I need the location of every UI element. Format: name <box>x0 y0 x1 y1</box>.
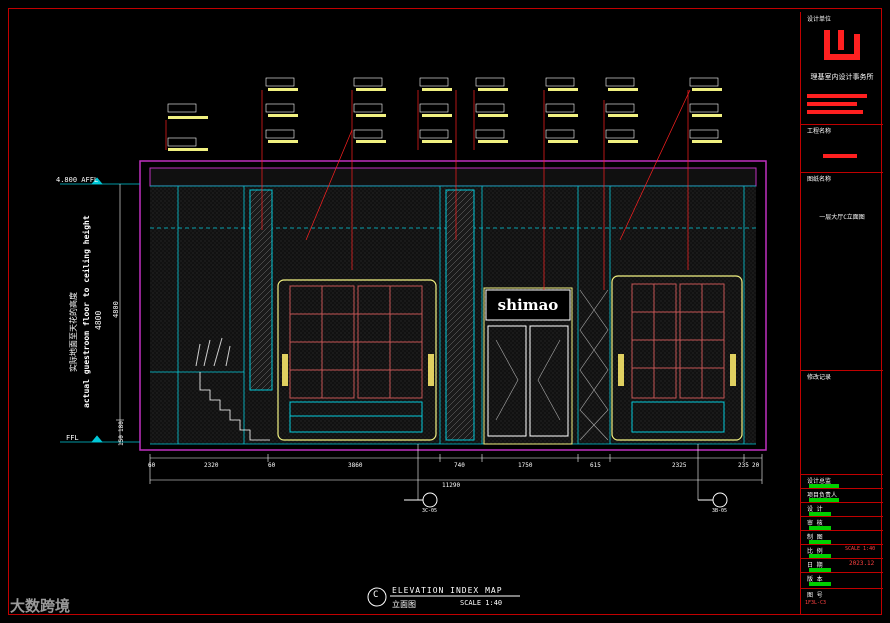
dim-7: 2325 <box>672 462 687 469</box>
shop-sign: shimao <box>497 296 559 314</box>
level-top-label: 4.800 AFFL <box>56 176 99 184</box>
drawing-title-en: ELEVATION INDEX MAP <box>392 586 503 595</box>
dim-5: 1750 <box>518 462 533 469</box>
project-label: 工程名称 <box>807 128 832 135</box>
dim-small-1: 150 <box>118 435 125 446</box>
dim-1: 2320 <box>204 462 219 469</box>
height-label-cn: 实际地面至天花的高度 <box>69 292 78 372</box>
elevation-drawing <box>60 30 860 607</box>
watermark: 大数跨境 <box>10 597 71 615</box>
drawing-scale: SCALE 1:40 <box>460 599 503 607</box>
firm-name: 理基室内设计事务所 <box>810 73 874 81</box>
section-tag-2: 3B-05 <box>712 508 728 514</box>
dim-0: 60 <box>148 462 156 469</box>
index-letter: C <box>373 590 379 600</box>
drawing-name-label: 图纸名称 <box>807 176 832 183</box>
section-tag-1: 3C-05 <box>422 508 438 514</box>
dim-9: 20 <box>752 462 760 469</box>
dim-3: 3860 <box>348 462 363 469</box>
row-value-8: 1F3L-C3 <box>805 600 827 606</box>
level-floor-label: FFL <box>66 434 79 442</box>
drawing-title-cn: 立面图 <box>392 600 416 609</box>
row-label-8: 图 号 <box>807 592 823 599</box>
dim-4: 740 <box>454 462 465 469</box>
dim-8: 235 <box>738 462 749 469</box>
title-block: 设计单位 理基室内设计事务所 工程名称 图纸名称 一层大厅C立面图 修改记录 设… <box>800 12 883 615</box>
dim-2: 60 <box>268 462 276 469</box>
dim-6: 615 <box>590 462 601 469</box>
firm-label: 设计单位 <box>807 16 832 23</box>
row-value-5: SCALE 1:40 <box>845 546 876 552</box>
dim-total: 11290 <box>442 482 461 489</box>
drawing-name: 一层大厅C立面图 <box>819 214 865 221</box>
height-label-en: actual guestroom floor to ceiling height <box>82 215 91 408</box>
notes-label: 修改记录 <box>807 374 832 381</box>
height-value: 4800 <box>94 310 103 330</box>
dim-small-2: 180 <box>118 421 125 432</box>
ceiling-band <box>149 167 757 187</box>
row-value-6: 2023.12 <box>849 560 875 567</box>
height-inner: 4800 <box>112 301 120 318</box>
